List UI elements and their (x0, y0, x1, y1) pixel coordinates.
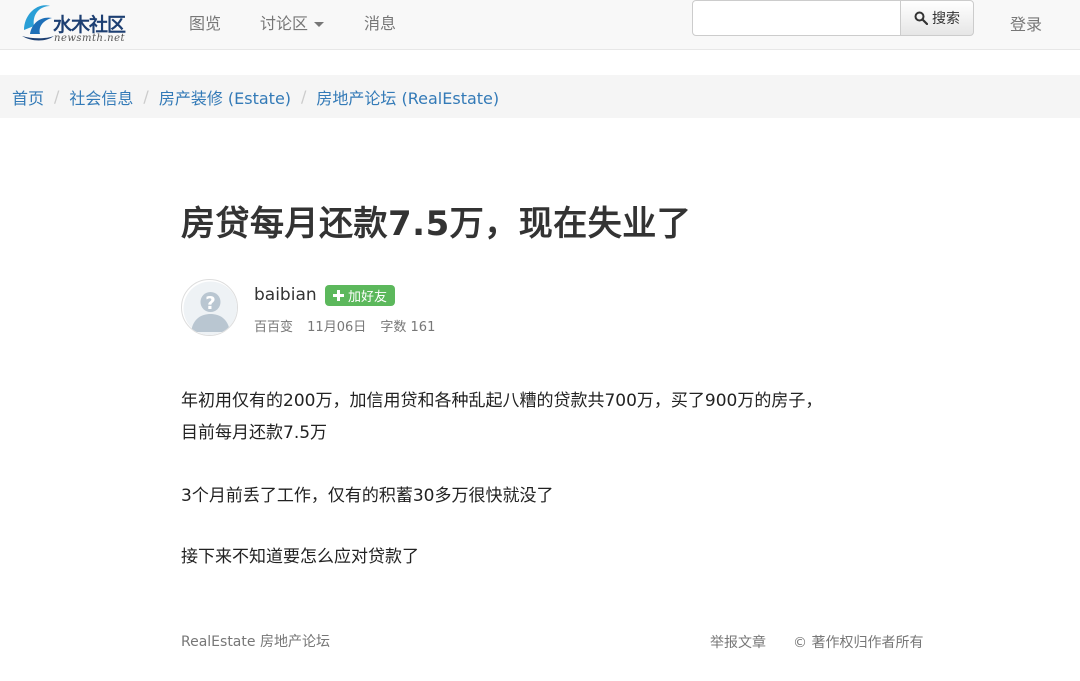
breadcrumb-home[interactable]: 首页 (12, 85, 44, 109)
breadcrumb-separator: / (143, 87, 149, 106)
caret-down-icon (314, 22, 325, 27)
nav-gallery[interactable]: 图览 (189, 10, 221, 34)
article-paragraph: 接下来不知道要怎么应对贷款了 (181, 547, 419, 567)
plus-icon (333, 290, 344, 301)
author-nickname: 百百变 (254, 320, 294, 335)
nav-boards-label: 讨论区 (260, 14, 309, 33)
login-link[interactable]: 登录 (1010, 11, 1042, 35)
default-avatar-icon: ? (183, 281, 237, 335)
article-title: 房贷每月还款7.5万，现在失业了 (181, 204, 692, 244)
search-icon (914, 11, 928, 25)
add-friend-button[interactable]: 加好友 (325, 285, 396, 306)
article-paragraph: 年初用仅有的200万，加信用贷和各种乱起八糟的贷款共700万，买了900万的房子… (181, 391, 823, 411)
breadcrumb: 首页 / 社会信息 / 房产装修 (Estate) / 房地产论坛 (RealE… (0, 75, 1080, 118)
breadcrumb-separator: / (301, 87, 307, 106)
svg-text:?: ? (205, 293, 215, 314)
site-logo[interactable]: 水木社区 newsmth.net (20, 0, 130, 48)
report-article-link[interactable]: 举报文章 (710, 632, 766, 652)
copyright-notice: © 著作权归作者所有 (793, 635, 924, 651)
author-avatar[interactable]: ? (181, 279, 238, 336)
nav-boards-dropdown[interactable]: 讨论区 (260, 10, 325, 34)
article-meta: 百百变 11月06日 字数 161 (254, 316, 445, 335)
breadcrumb-realestate[interactable]: 房地产论坛 (RealEstate) (316, 85, 499, 109)
breadcrumb-separator: / (54, 87, 60, 106)
search-button[interactable]: 搜索 (900, 0, 974, 36)
breadcrumb-estate[interactable]: 房产装修 (Estate) (159, 85, 291, 109)
search-input[interactable] (692, 0, 901, 36)
post-date: 11月06日 (307, 320, 367, 335)
article-paragraph: 3个月前丢了工作，仅有的积蓄30多万很快就没了 (181, 486, 554, 506)
nav-messages[interactable]: 消息 (364, 10, 396, 34)
breadcrumb-society[interactable]: 社会信息 (69, 85, 133, 109)
search-button-label: 搜索 (932, 11, 960, 27)
article-paragraph: 目前每月还款7.5万 (181, 423, 328, 443)
top-navbar: 水木社区 newsmth.net 图览 讨论区 消息 搜索 登录 (0, 0, 1080, 50)
add-friend-label: 加好友 (348, 290, 388, 305)
word-count: 字数 161 (380, 320, 436, 335)
logo-subtitle: newsmth.net (54, 33, 126, 44)
footer-board-link[interactable]: RealEstate 房地产论坛 (181, 631, 330, 651)
author-username[interactable]: baibian (254, 285, 317, 305)
logo-swirl-icon (22, 5, 54, 41)
